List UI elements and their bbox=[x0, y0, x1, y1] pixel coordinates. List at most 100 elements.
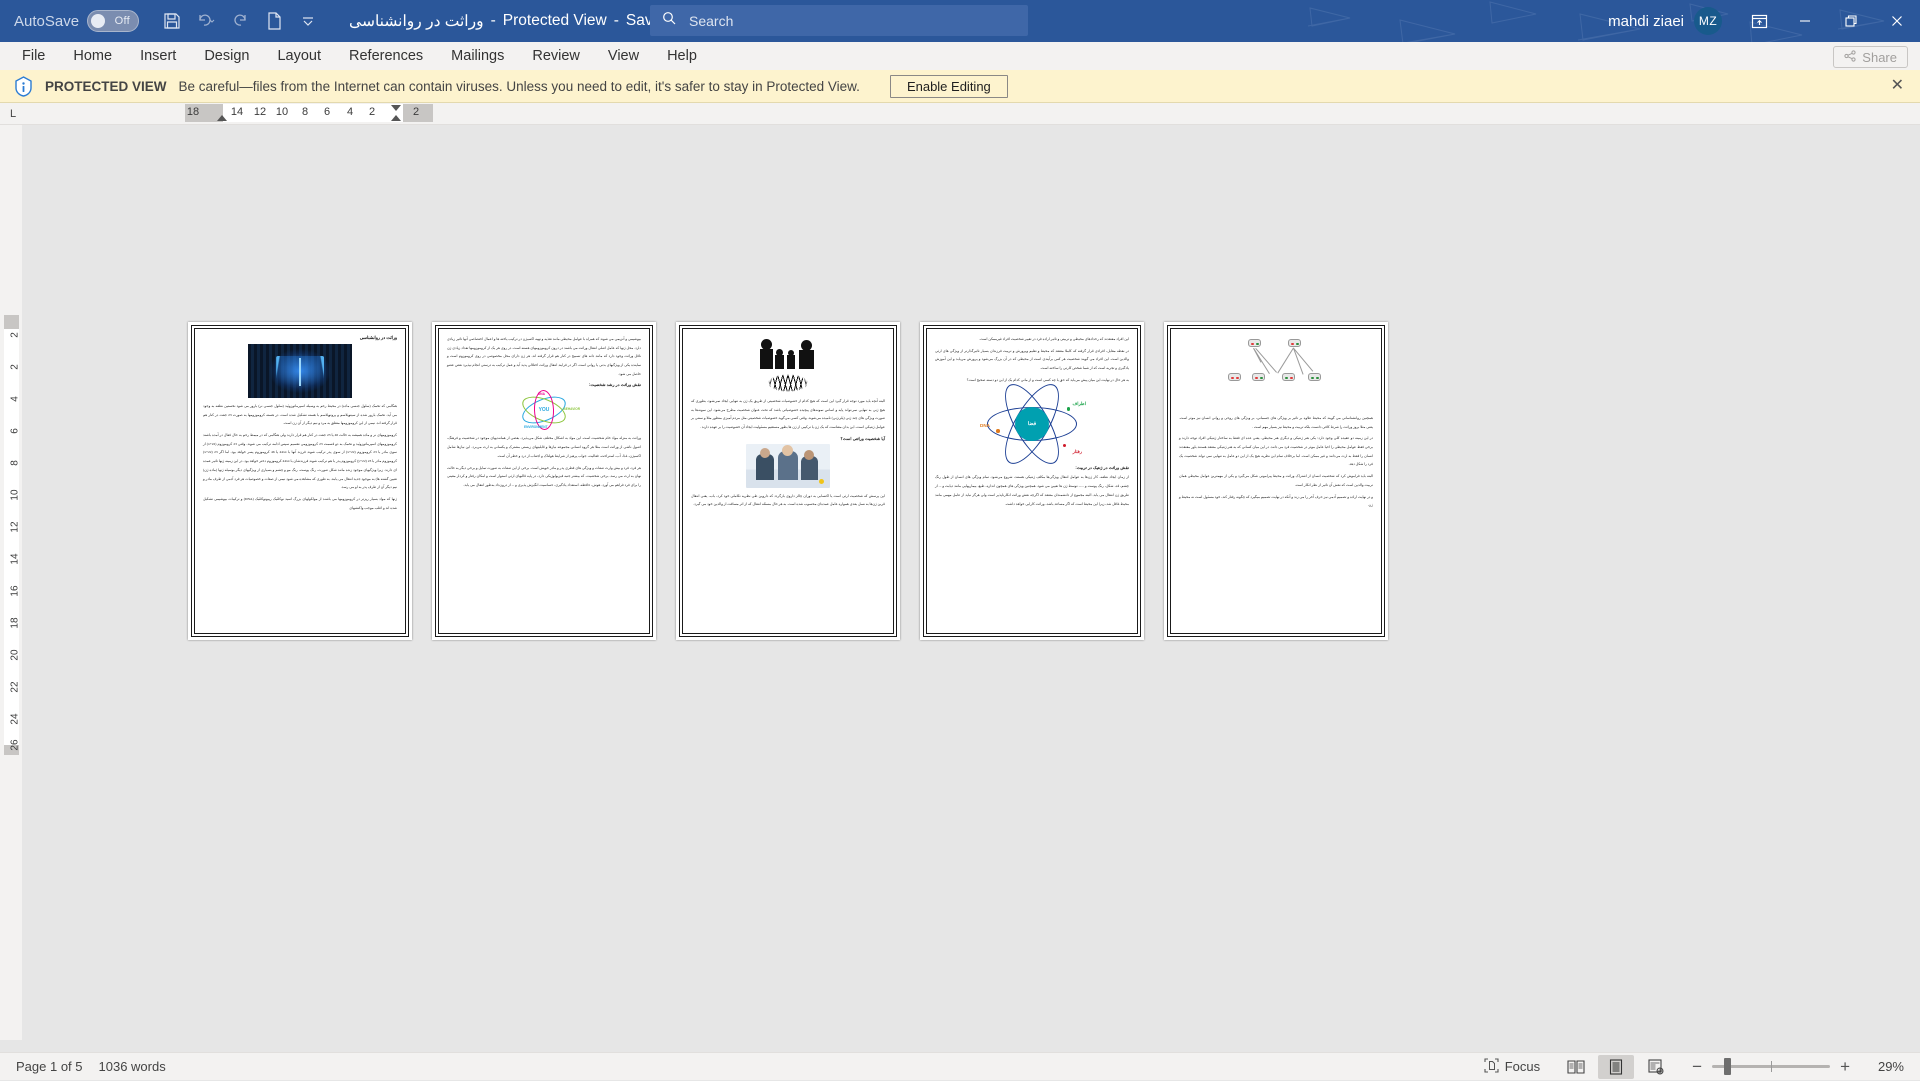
avatar[interactable]: MZ bbox=[1694, 7, 1722, 35]
tab-home[interactable]: Home bbox=[61, 45, 124, 67]
close-icon[interactable]: ✕ bbox=[1891, 78, 1904, 94]
vruler-tick-10: 20 bbox=[10, 649, 21, 660]
title-bar: AutoSave Off وراثت در روانشناسی - Protec… bbox=[0, 0, 1920, 42]
lab-head-1 bbox=[760, 448, 770, 458]
zoom-level-label[interactable]: 29% bbox=[1864, 1059, 1904, 1074]
pedigree-dot-e bbox=[1231, 377, 1234, 380]
zoom-out-button[interactable]: − bbox=[1692, 1058, 1702, 1075]
page-3-content: البته آنچه باید مورد توجه قرار گیرد این … bbox=[682, 328, 894, 634]
tab-stop-selector[interactable]: L bbox=[4, 105, 22, 123]
account-name[interactable]: mahdi ziaei bbox=[1608, 13, 1684, 30]
customize-quick-access-toolbar-icon[interactable] bbox=[293, 6, 323, 36]
protected-view-message: Be careful—files from the Internet can c… bbox=[179, 79, 860, 94]
pedigree-dot-b bbox=[1256, 343, 1259, 346]
redo-icon[interactable] bbox=[225, 6, 255, 36]
tab-help[interactable]: Help bbox=[655, 45, 709, 67]
atom-label-raftar: رفتار bbox=[1073, 449, 1082, 455]
search-input[interactable] bbox=[689, 13, 989, 29]
pedigree-dot-c bbox=[1291, 343, 1294, 346]
pedigree-link-6 bbox=[1294, 348, 1314, 371]
tab-file[interactable]: File bbox=[10, 45, 57, 67]
lab-head-3 bbox=[804, 450, 814, 460]
pedigree-dot-a bbox=[1251, 343, 1254, 346]
zoom-control[interactable]: − + bbox=[1692, 1058, 1850, 1075]
family-body-4 bbox=[799, 350, 814, 369]
page-2-content: بیوشیمی و آنزیمی می شوند که همراه با عوا… bbox=[438, 328, 650, 634]
ruler-top-margin bbox=[4, 315, 19, 329]
share-icon bbox=[1844, 50, 1856, 65]
zoom-in-button[interactable]: + bbox=[1840, 1058, 1850, 1075]
protected-view-badge: PROTECTED VIEW bbox=[45, 79, 167, 94]
vertical-ruler[interactable]: 2 2 4 6 8 10 12 14 16 18 20 22 24 26 bbox=[4, 315, 19, 755]
ribbon-display-options-icon[interactable] bbox=[1736, 0, 1782, 42]
pedigree-node-1 bbox=[1248, 339, 1261, 347]
page-5-paragraph-2: در این زمینه دو عقیده کلی وجود دارد: یکی… bbox=[1179, 434, 1373, 469]
atom-dna-heredity-environment-diagram: فضا DNA اطراف رفتار bbox=[978, 387, 1086, 461]
page-2-paragraph-2: وراثت به منزله مواد خام شخصیت است. این م… bbox=[447, 434, 641, 460]
vruler-tick-7: 14 bbox=[10, 553, 21, 564]
protected-view-bar: PROTECTED VIEW Be careful—files from the… bbox=[0, 70, 1920, 103]
first-line-indent-marker[interactable] bbox=[217, 115, 227, 121]
you-behavior-environment-dna-diagram: YOU DNA BEHAVIOR ENVIRONMENT bbox=[508, 390, 580, 430]
page-5-paragraph-1: همچنین روانشناسانی می گویند که محیط علاو… bbox=[1179, 414, 1373, 431]
print-layout-button[interactable] bbox=[1598, 1055, 1634, 1079]
vruler-tick-1: 2 bbox=[10, 364, 21, 370]
web-layout-button[interactable] bbox=[1638, 1055, 1674, 1079]
save-icon[interactable] bbox=[157, 6, 187, 36]
zoom-slider-thumb[interactable] bbox=[1724, 1058, 1731, 1075]
page-3-paragraph-1: البته آنچه باید مورد توجه قرار گیرد این … bbox=[691, 397, 885, 432]
autosave-control[interactable]: AutoSave Off bbox=[14, 10, 139, 32]
page-1-title: وراثت در روانشناسی bbox=[203, 335, 397, 341]
ruler-tick-2a: 2 bbox=[369, 106, 375, 118]
autosave-toggle[interactable]: Off bbox=[87, 10, 139, 32]
word-count[interactable]: 1036 words bbox=[99, 1059, 166, 1074]
close-button[interactable] bbox=[1874, 0, 1920, 42]
share-button[interactable]: Share bbox=[1833, 46, 1908, 68]
document-page-2[interactable]: بیوشیمی و آنزیمی می شوند که همراه با عوا… bbox=[432, 322, 656, 640]
new-document-icon[interactable] bbox=[259, 6, 289, 36]
venn-label-environment: ENVIRONMENT bbox=[524, 425, 548, 429]
document-page-4[interactable]: این افراد معتقدند که رخدادهای محیطی و تر… bbox=[920, 322, 1144, 640]
page-4-heading: نقش وراثت در ژنتیک در تربیت: bbox=[935, 465, 1129, 470]
document-page-3[interactable]: البته آنچه باید مورد توجه قرار گیرد این … bbox=[676, 322, 900, 640]
page-2-paragraph-1: بیوشیمی و آنزیمی می شوند که همراه با عوا… bbox=[447, 335, 641, 378]
venn-center-label: YOU bbox=[539, 407, 550, 413]
protected-view-label: Protected View bbox=[503, 12, 607, 30]
enable-editing-button[interactable]: Enable Editing bbox=[890, 75, 1008, 98]
pedigree-node-4 bbox=[1252, 373, 1265, 381]
right-indent-marker[interactable] bbox=[391, 105, 401, 111]
quick-access-toolbar bbox=[157, 6, 323, 36]
tab-mailings[interactable]: Mailings bbox=[439, 45, 516, 67]
hanging-indent-marker[interactable] bbox=[391, 115, 401, 121]
page-3-paragraph-2: این پرسش که شخصیت ارثی است یا اکتسابی به… bbox=[691, 492, 885, 509]
family-body-1 bbox=[760, 349, 773, 369]
focus-button[interactable]: Focus bbox=[1484, 1058, 1540, 1076]
page-2-heading: نقش وراثت در رشد شخصیت: bbox=[447, 382, 641, 387]
pedigree-dot-d bbox=[1296, 343, 1299, 346]
lab-accent-dot bbox=[819, 479, 824, 484]
page-5-content: همچنین روانشناسانی می گویند که محیط علاو… bbox=[1170, 328, 1382, 634]
horizontal-ruler[interactable]: 18 14 12 10 8 6 4 2 2 bbox=[185, 104, 433, 122]
document-page-5[interactable]: همچنین روانشناسانی می گویند که محیط علاو… bbox=[1164, 322, 1388, 640]
tab-review[interactable]: Review bbox=[520, 45, 592, 67]
undo-icon[interactable] bbox=[191, 6, 221, 36]
minimize-button[interactable] bbox=[1782, 0, 1828, 42]
restore-button[interactable] bbox=[1828, 0, 1874, 42]
atom-label-atraf: اطراف bbox=[1072, 401, 1086, 407]
read-mode-button[interactable] bbox=[1558, 1055, 1594, 1079]
autosave-state-label: Off bbox=[115, 15, 130, 27]
search-box[interactable] bbox=[650, 5, 1028, 36]
tab-design[interactable]: Design bbox=[192, 45, 261, 67]
tab-layout[interactable]: Layout bbox=[265, 45, 333, 67]
document-canvas[interactable]: وراثت در روانشناسی هنگامی که تخمک (سلول … bbox=[22, 125, 1920, 1040]
zoom-slider-midpoint bbox=[1771, 1061, 1772, 1072]
page-indicator[interactable]: Page 1 of 5 bbox=[16, 1059, 83, 1074]
tab-references[interactable]: References bbox=[337, 45, 435, 67]
zoom-slider[interactable] bbox=[1712, 1065, 1830, 1068]
book-circuit-image bbox=[248, 344, 352, 398]
title-bar-right: mahdi ziaei MZ bbox=[1608, 0, 1920, 42]
pedigree-link-5 bbox=[1294, 348, 1304, 374]
document-page-1[interactable]: وراثت در روانشناسی هنگامی که تخمک (سلول … bbox=[188, 322, 412, 640]
tab-insert[interactable]: Insert bbox=[128, 45, 188, 67]
tab-view[interactable]: View bbox=[596, 45, 651, 67]
